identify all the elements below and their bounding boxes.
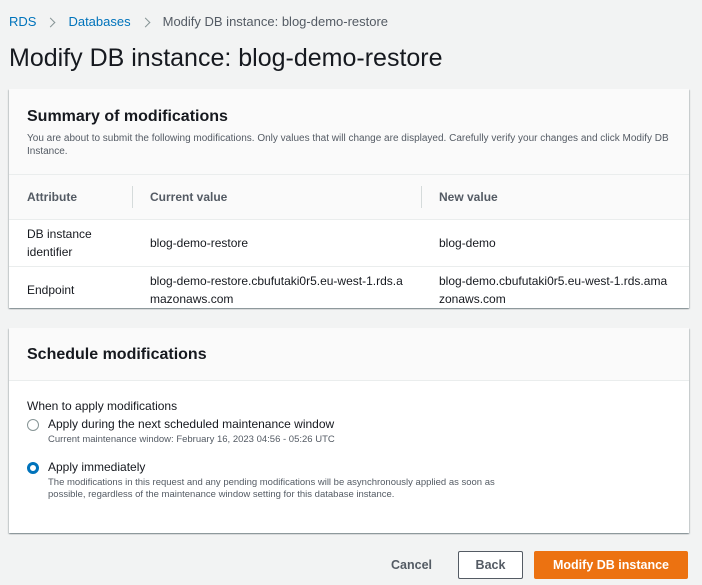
- radio-description: The modifications in this request and an…: [48, 477, 495, 500]
- table-cell-new: blog-demo.cbufutaki0r5.eu-west-1.rds.ama…: [439, 273, 668, 306]
- table-cell-current: blog-demo-restore: [132, 219, 421, 267]
- column-header-attribute: Attribute: [9, 175, 132, 220]
- summary-title: Summary of modifications: [27, 108, 228, 125]
- breadcrumb: RDS Databases Modify DB instance: blog-d…: [9, 14, 388, 30]
- table-cell-new: blog-demo: [421, 219, 689, 267]
- table-cell-attribute: Endpoint: [27, 282, 75, 297]
- radio-button-unchecked[interactable]: [27, 419, 39, 431]
- breadcrumb-current: Modify DB instance: blog-demo-restore: [162, 14, 389, 29]
- chevron-right-icon: [140, 17, 151, 27]
- apply-field-label: When to apply modifications: [27, 399, 178, 413]
- page-title: Modify DB instance: blog-demo-restore: [9, 44, 443, 72]
- table-header-row: Attribute Current value New value: [9, 175, 689, 220]
- radio-text: Apply immediately The modifications in t…: [48, 459, 518, 501]
- radio-option-apply-immediately[interactable]: Apply immediately The modifications in t…: [27, 459, 671, 501]
- radio-button-checked[interactable]: [27, 462, 39, 474]
- radio-option-maintenance-window[interactable]: Apply during the next scheduled maintena…: [27, 416, 671, 446]
- chevron-right-icon: [46, 17, 56, 27]
- form-actions: Cancel Back Modify DB instance: [371, 551, 688, 579]
- schedule-title: Schedule modifications: [27, 346, 207, 363]
- summary-description: You are about to submit the following mo…: [27, 133, 669, 157]
- breadcrumb-databases-link[interactable]: Databases: [68, 14, 130, 30]
- breadcrumb-rds-link[interactable]: RDS: [9, 14, 36, 30]
- summary-panel: Summary of modifications You are about t…: [9, 89, 689, 308]
- radio-text: Apply during the next scheduled maintena…: [48, 416, 335, 446]
- cancel-button[interactable]: Cancel: [371, 558, 452, 572]
- radio-description: Current maintenance window: February 16,…: [48, 434, 335, 445]
- table-row: DB instance identifier blog-demo-restore…: [9, 219, 689, 267]
- column-header-new-value: New value: [421, 175, 689, 220]
- schedule-panel: Schedule modifications When to apply mod…: [9, 328, 689, 533]
- table-cell-attribute: DB instance identifier: [9, 219, 132, 267]
- table-row: Endpoint blog-demo-restore.cbufutaki0r5.…: [9, 266, 689, 313]
- modify-db-instance-button[interactable]: Modify DB instance: [534, 551, 688, 579]
- radio-label[interactable]: Apply during the next scheduled maintena…: [48, 416, 335, 433]
- summary-header: Summary of modifications You are about t…: [9, 89, 689, 175]
- back-button[interactable]: Back: [458, 551, 523, 579]
- modifications-table: Attribute Current value New value DB ins…: [9, 175, 689, 313]
- radio-label[interactable]: Apply immediately: [48, 459, 518, 476]
- schedule-header: Schedule modifications: [9, 328, 689, 381]
- schedule-body: When to apply modifications Apply during…: [9, 381, 689, 501]
- column-header-current-value: Current value: [132, 175, 421, 220]
- table-cell-current: blog-demo-restore.cbufutaki0r5.eu-west-1…: [150, 273, 403, 306]
